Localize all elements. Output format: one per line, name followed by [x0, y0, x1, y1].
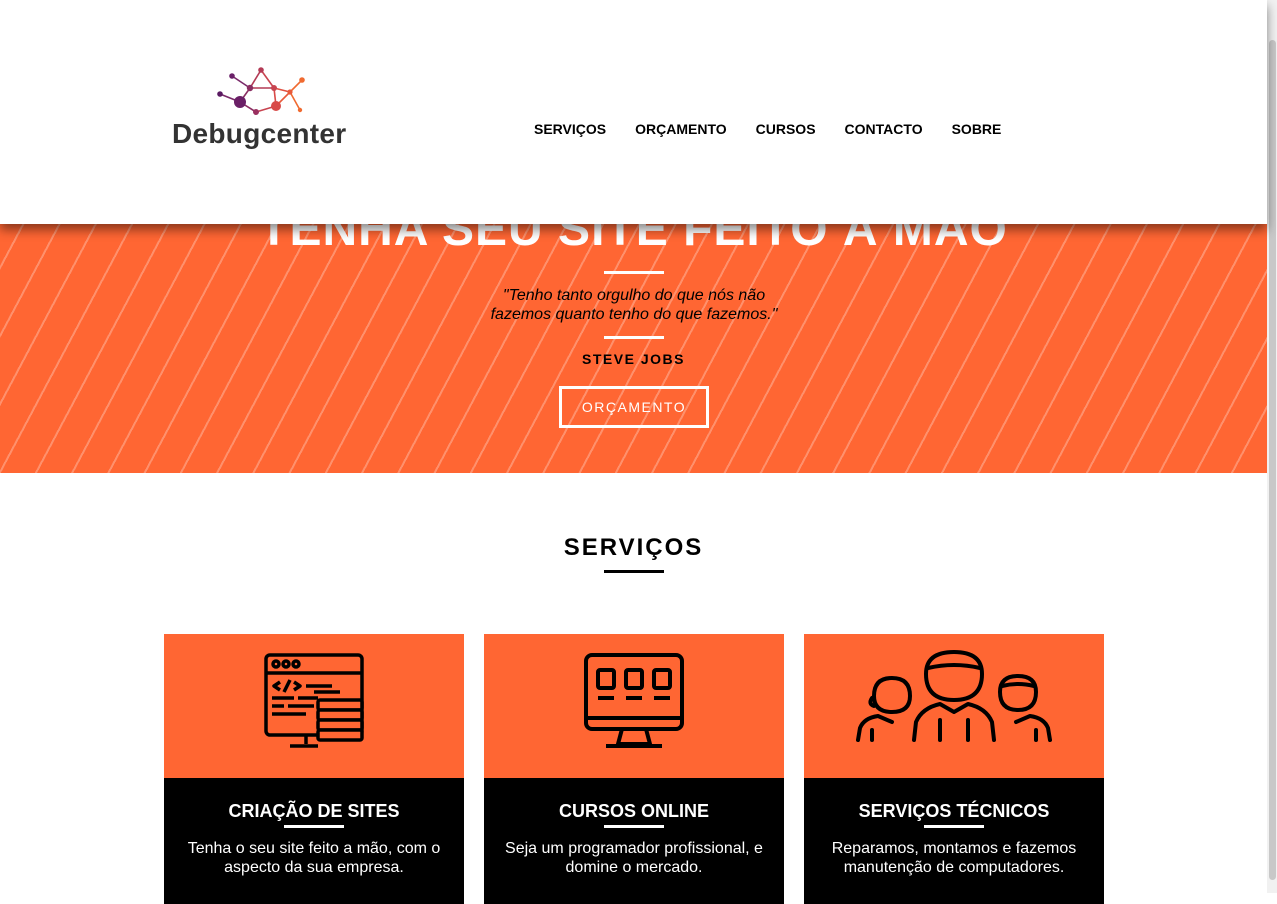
card-header: [804, 634, 1104, 778]
network-logo-icon: [217, 67, 305, 115]
card-text-line: Tenha o seu site feito a mão, com o: [187, 840, 441, 857]
service-card-courses[interactable]: CURSOS ONLINE Seja um programador profis…: [484, 634, 784, 904]
monitor-icon: [584, 653, 684, 748]
card-text-line: Seja um programador profissional, e: [505, 840, 763, 857]
hero-quote: "Tenho tanto orgulho do que nós não faze…: [480, 286, 788, 324]
card-header: [164, 634, 464, 778]
scrollbar-thumb[interactable]: [1269, 40, 1276, 880]
card-description: Tenha o seu site feito a mão, com o aspe…: [179, 839, 449, 877]
main-nav: SERVIÇOS ORÇAMENTO CURSOS CONTACTO SOBRE: [534, 121, 1030, 137]
hero-divider: [604, 271, 664, 274]
logo-text: Debugcenter: [172, 118, 347, 149]
scrollbar[interactable]: [1267, 0, 1277, 893]
card-divider: [284, 825, 344, 828]
site-header: Debugcenter SERVIÇOS ORÇAMENTO CURSOS CO…: [0, 0, 1267, 224]
hero-divider: [604, 336, 664, 339]
card-description: Reparamos, montamos e fazemos manutenção…: [819, 839, 1089, 877]
logo[interactable]: Debugcenter: [172, 66, 362, 156]
card-text-line: aspecto da sua empresa.: [224, 859, 404, 876]
team-icon: [856, 650, 1052, 742]
nav-item-sobre[interactable]: SOBRE: [952, 121, 1002, 137]
card-title: SERVIÇOS TÉCNICOS: [858, 801, 1050, 821]
services-title: SERVIÇOS: [563, 534, 704, 561]
card-divider: [604, 825, 664, 828]
card-text-line: domine o mercado.: [565, 859, 703, 876]
service-card-sites[interactable]: CRIAÇÃO DE SITES Tenha o seu site feito …: [164, 634, 464, 904]
nav-item-orcamento[interactable]: ORÇAMENTO: [635, 121, 727, 137]
card-divider: [924, 825, 984, 828]
services-divider: [604, 570, 664, 573]
quote-line: fazemos quanto tenho do que fazemos.": [490, 306, 778, 323]
card-title: CRIAÇÃO DE SITES: [228, 801, 400, 821]
card-title: CURSOS ONLINE: [558, 801, 709, 821]
quote-author: STEVE JOBS: [582, 351, 685, 367]
card-text-line: Reparamos, montamos e fazemos: [831, 840, 1077, 857]
nav-item-contacto[interactable]: CONTACTO: [845, 121, 923, 137]
card-header: [484, 634, 784, 778]
nav-item-cursos[interactable]: CURSOS: [756, 121, 816, 137]
quote-line: "Tenho tanto orgulho do que nós não: [502, 287, 766, 304]
card-text-line: manutenção de computadores.: [843, 859, 1065, 876]
web-code-icon: [264, 653, 364, 748]
budget-button[interactable]: ORÇAMENTO: [559, 386, 709, 428]
card-description: Seja um programador profissional, e domi…: [499, 839, 769, 877]
nav-item-servicos[interactable]: SERVIÇOS: [534, 121, 606, 137]
service-card-technical[interactable]: SERVIÇOS TÉCNICOS Reparamos, montamos e …: [804, 634, 1104, 904]
